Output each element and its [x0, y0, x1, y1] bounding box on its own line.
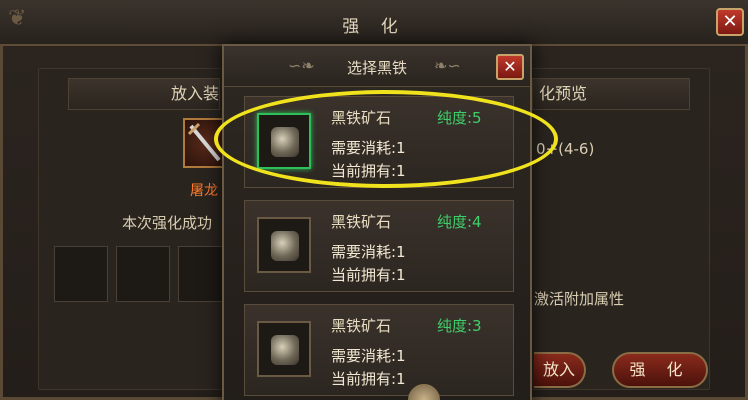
game-screen: ❦ 强 化 ✕ 放入装 化预览 屠龙 本次强化成功 0+(4-6) 激活附加属性… — [0, 0, 748, 400]
preview-header: 化预览 — [532, 78, 690, 110]
put-in-button[interactable]: 放入 — [534, 352, 586, 388]
activate-attributes-text: 激活附加属性 — [534, 290, 625, 308]
material-slot[interactable] — [116, 246, 170, 302]
item-purity: 纯度:3 — [437, 317, 482, 335]
item-required: 需要消耗:1 — [331, 347, 406, 365]
ore-item-card[interactable]: 黑铁矿石 纯度:4 需要消耗:1 当前拥有:1 — [244, 200, 514, 292]
popup-title: 选择黑铁 — [346, 59, 407, 77]
equipment-name: 屠龙 — [190, 183, 218, 199]
item-owned: 当前拥有:1 — [331, 266, 406, 284]
black-iron-ore-icon — [257, 217, 311, 273]
item-name: 黑铁矿石 — [331, 317, 392, 335]
material-slot[interactable] — [54, 246, 108, 302]
item-name: 黑铁矿石 — [331, 213, 392, 231]
item-purity: 纯度:4 — [437, 213, 482, 231]
window-close-button[interactable]: ✕ — [716, 8, 744, 36]
item-required: 需要消耗:1 — [331, 243, 406, 261]
item-owned: 当前拥有:1 — [331, 370, 406, 388]
strengthen-button[interactable]: 强 化 — [612, 352, 708, 388]
window-title: 强 化 — [342, 17, 406, 37]
put-in-equipment-header: 放入装 — [68, 78, 220, 110]
black-iron-ore-icon — [257, 321, 311, 377]
ore-item-card[interactable]: 黑铁矿石 纯度:3 需要消耗:1 当前拥有:1 — [244, 304, 514, 396]
popup-close-button[interactable]: ✕ — [496, 54, 524, 80]
success-rate-label: 本次强化成功 — [122, 214, 213, 232]
highlight-annotation — [214, 90, 558, 188]
